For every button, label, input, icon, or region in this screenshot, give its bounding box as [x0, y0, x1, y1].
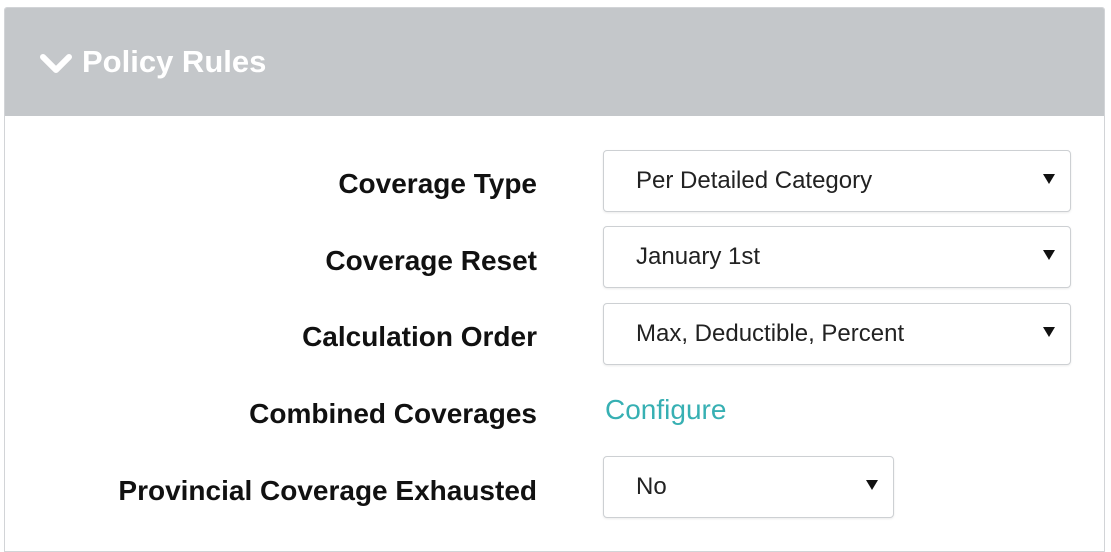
panel-title: Policy Rules	[82, 44, 267, 79]
coverage-reset-label: Coverage Reset	[325, 245, 537, 276]
coverage-type-value: Per Detailed Category	[636, 167, 873, 194]
chevron-down-icon	[40, 54, 72, 73]
coverage-type-select[interactable]: Per Detailed Category	[603, 150, 1071, 212]
configure-link[interactable]: Configure	[605, 392, 726, 428]
coverage-reset-value: January 1st	[636, 243, 761, 270]
policy-rules-panel: Policy Rules Coverage Type Per Detailed …	[4, 7, 1105, 552]
provincial-coverage-exhausted-label: Provincial Coverage Exhausted	[118, 475, 537, 506]
panel-header-toggle[interactable]: Policy Rules	[5, 8, 1104, 116]
provincial-coverage-exhausted-select[interactable]: No	[603, 456, 894, 518]
coverage-type-label: Coverage Type	[338, 168, 537, 199]
combined-coverages-label: Combined Coverages	[249, 398, 537, 429]
calculation-order-label: Calculation Order	[302, 321, 537, 352]
coverage-reset-select[interactable]: January 1st	[603, 226, 1071, 288]
caret-down-icon	[1043, 250, 1055, 260]
caret-down-icon	[866, 480, 878, 490]
calculation-order-value: Max, Deductible, Percent	[636, 320, 905, 347]
provincial-coverage-exhausted-value: No	[636, 473, 667, 500]
caret-down-icon	[1043, 327, 1055, 337]
caret-down-icon	[1043, 174, 1055, 184]
calculation-order-select[interactable]: Max, Deductible, Percent	[603, 303, 1071, 365]
